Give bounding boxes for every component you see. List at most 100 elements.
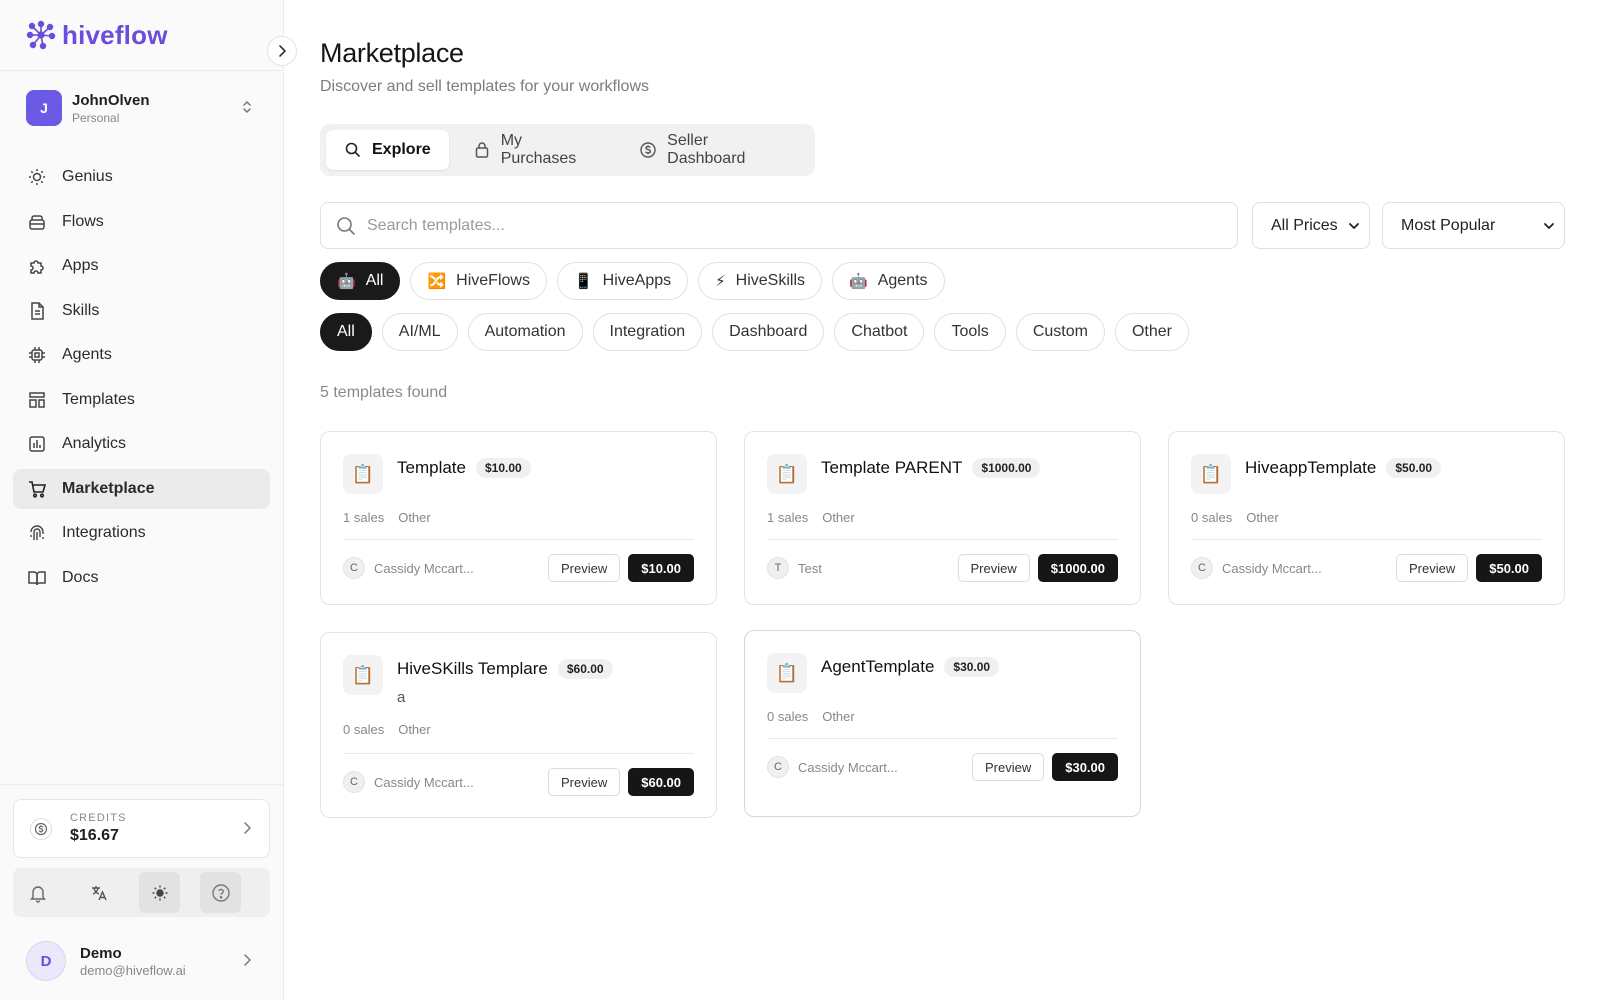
- sun-icon: [152, 885, 167, 900]
- user-name: Demo: [80, 944, 122, 962]
- preview-button[interactable]: Preview: [957, 554, 1030, 582]
- card-category: Other: [398, 722, 431, 737]
- seller-name: Cassidy Mccart...: [1222, 560, 1322, 576]
- chevron-up-down-icon: [243, 101, 251, 113]
- buy-button[interactable]: $10.00: [628, 554, 694, 582]
- sidebar: hiveflow J JohnOlven Personal Genius Flo…: [0, 0, 297, 1000]
- category-pill-chatbot[interactable]: Chatbot: [834, 313, 925, 351]
- clipboard-icon: 📋: [343, 655, 383, 695]
- category-pill-ai-ml[interactable]: AI/ML: [381, 313, 458, 351]
- sidebar-item-flows[interactable]: Flows: [13, 202, 270, 242]
- preview-button[interactable]: Preview: [547, 554, 621, 582]
- preview-button[interactable]: Preview: [547, 768, 621, 796]
- sidebar-item-label: Marketplace: [62, 479, 155, 497]
- help-button[interactable]: [200, 872, 241, 913]
- buy-button[interactable]: $1000.00: [1037, 554, 1118, 582]
- pill-label: HiveSkills: [735, 272, 806, 289]
- template-card[interactable]: 📋 Template PARENT $1000.00 1 sales Other T…: [744, 431, 1141, 605]
- template-card[interactable]: 📋 HiveSKills Templare $60.00 a 0 sales Oth…: [320, 632, 717, 818]
- category-pill-tools[interactable]: Tools: [934, 313, 1006, 351]
- collapse-sidebar-button[interactable]: [267, 36, 297, 66]
- notifications-button[interactable]: [17, 872, 58, 913]
- seller-name: Cassidy Mccart...: [798, 759, 898, 775]
- tab-seller-dashboard[interactable]: Seller Dashboard: [621, 130, 803, 170]
- price-badge: $10.00: [475, 458, 531, 478]
- type-pill-hiveflows[interactable]: 🔀 HiveFlows: [410, 262, 547, 300]
- robot-icon: 🤖: [337, 273, 356, 290]
- hiveflow-logo-icon: [26, 20, 56, 50]
- account-switcher[interactable]: J JohnOlven Personal: [0, 71, 283, 145]
- tab-my-purchases[interactable]: My Purchases: [455, 130, 615, 170]
- help-circle-icon: [211, 883, 230, 902]
- sidebar-item-marketplace[interactable]: Marketplace: [13, 468, 270, 509]
- category-pill-other[interactable]: Other: [1114, 313, 1189, 351]
- layout-icon: [27, 390, 47, 410]
- sidebar-item-skills[interactable]: Skills: [13, 291, 270, 331]
- category-pill-all[interactable]: All: [320, 313, 372, 351]
- seller-name: Test: [798, 560, 822, 576]
- chevron-right-icon: [244, 954, 251, 966]
- type-pill-agents[interactable]: 🤖 Agents: [832, 262, 945, 300]
- language-button[interactable]: [78, 872, 119, 913]
- category-pill-automation[interactable]: Automation: [467, 313, 583, 351]
- book-icon: [27, 568, 47, 588]
- preview-button[interactable]: Preview: [1395, 554, 1469, 582]
- sidebar-item-agents[interactable]: Agents: [13, 335, 270, 375]
- clipboard-icon: 📋: [767, 454, 807, 494]
- sales-count: 1 sales: [767, 510, 809, 525]
- chevron-right-icon: [244, 822, 251, 834]
- sidebar-item-label: Agents: [62, 346, 112, 363]
- sidebar-item-integrations[interactable]: Integrations: [13, 513, 270, 553]
- template-card[interactable]: 📋 AgentTemplate $30.00 0 sales Other C Cas…: [744, 630, 1141, 817]
- pill-label: Agents: [877, 272, 928, 289]
- template-card[interactable]: 📋 HiveappTemplate $50.00 0 sales Other C C…: [1168, 431, 1565, 605]
- template-card[interactable]: 📋 Template $10.00 1 sales Other C Cassidy …: [320, 431, 717, 605]
- marketplace-tabs: Explore My Purchases Seller Dashboard: [320, 124, 815, 176]
- card-category: Other: [822, 510, 855, 525]
- phone-icon: 📱: [573, 273, 593, 290]
- buy-button[interactable]: $30.00: [1052, 753, 1118, 781]
- sidebar-item-genius[interactable]: Genius: [13, 157, 270, 197]
- seller-avatar: C: [343, 557, 365, 579]
- layers-icon: [27, 212, 47, 232]
- sidebar-item-label: Docs: [62, 568, 99, 586]
- search-bar[interactable]: [320, 202, 1238, 249]
- bag-icon: [473, 141, 491, 159]
- sidebar-item-templates[interactable]: Templates: [13, 380, 270, 420]
- card-title: AgentTemplate: [821, 657, 935, 676]
- card-divider: [343, 539, 694, 540]
- card-title: Template: [397, 458, 466, 477]
- main-content: Marketplace Discover and sell templates …: [320, 0, 1565, 1000]
- price-badge: $30.00: [944, 657, 1000, 677]
- credits-card[interactable]: CREDITS $16.67: [13, 799, 270, 858]
- sidebar-item-label: Flows: [62, 212, 104, 230]
- preview-button[interactable]: Preview: [971, 753, 1045, 781]
- buy-button[interactable]: $50.00: [1476, 554, 1542, 582]
- sales-count: 0 sales: [1191, 510, 1233, 525]
- sidebar-item-apps[interactable]: Apps: [13, 246, 270, 286]
- user-menu[interactable]: D Demo demo@hiveflow.ai: [0, 922, 283, 1000]
- card-divider: [767, 738, 1118, 739]
- seller-avatar: C: [1191, 557, 1213, 579]
- tab-label: Seller Dashboard: [667, 132, 746, 167]
- puzzle-icon: [27, 256, 47, 276]
- category-pill-custom[interactable]: Custom: [1015, 313, 1105, 351]
- buy-button[interactable]: $60.00: [628, 768, 694, 796]
- theme-toggle-button[interactable]: [139, 872, 180, 913]
- type-pill-hiveskills[interactable]: ⚡ HiveSkills: [698, 262, 823, 300]
- pill-label: HiveFlows: [456, 272, 530, 289]
- type-pill-all[interactable]: 🤖 All: [320, 262, 401, 300]
- sidebar-item-docs[interactable]: Docs: [13, 558, 270, 598]
- card-category: Other: [822, 709, 855, 724]
- sort-select[interactable]: Most Popular: [1382, 202, 1565, 249]
- type-pill-hiveapps[interactable]: 📱 HiveApps: [556, 262, 689, 300]
- category-pill-integration[interactable]: Integration: [592, 313, 703, 351]
- category-pill-dashboard[interactable]: Dashboard: [712, 313, 825, 351]
- price-filter-select[interactable]: All Prices: [1252, 202, 1370, 249]
- price-badge: $60.00: [557, 659, 613, 679]
- sidebar-item-label: Integrations: [62, 524, 146, 541]
- tab-explore[interactable]: Explore: [326, 130, 449, 170]
- sidebar-item-analytics[interactable]: Analytics: [13, 424, 270, 464]
- search-input[interactable]: [367, 216, 1207, 235]
- utility-toolbar: [13, 868, 270, 917]
